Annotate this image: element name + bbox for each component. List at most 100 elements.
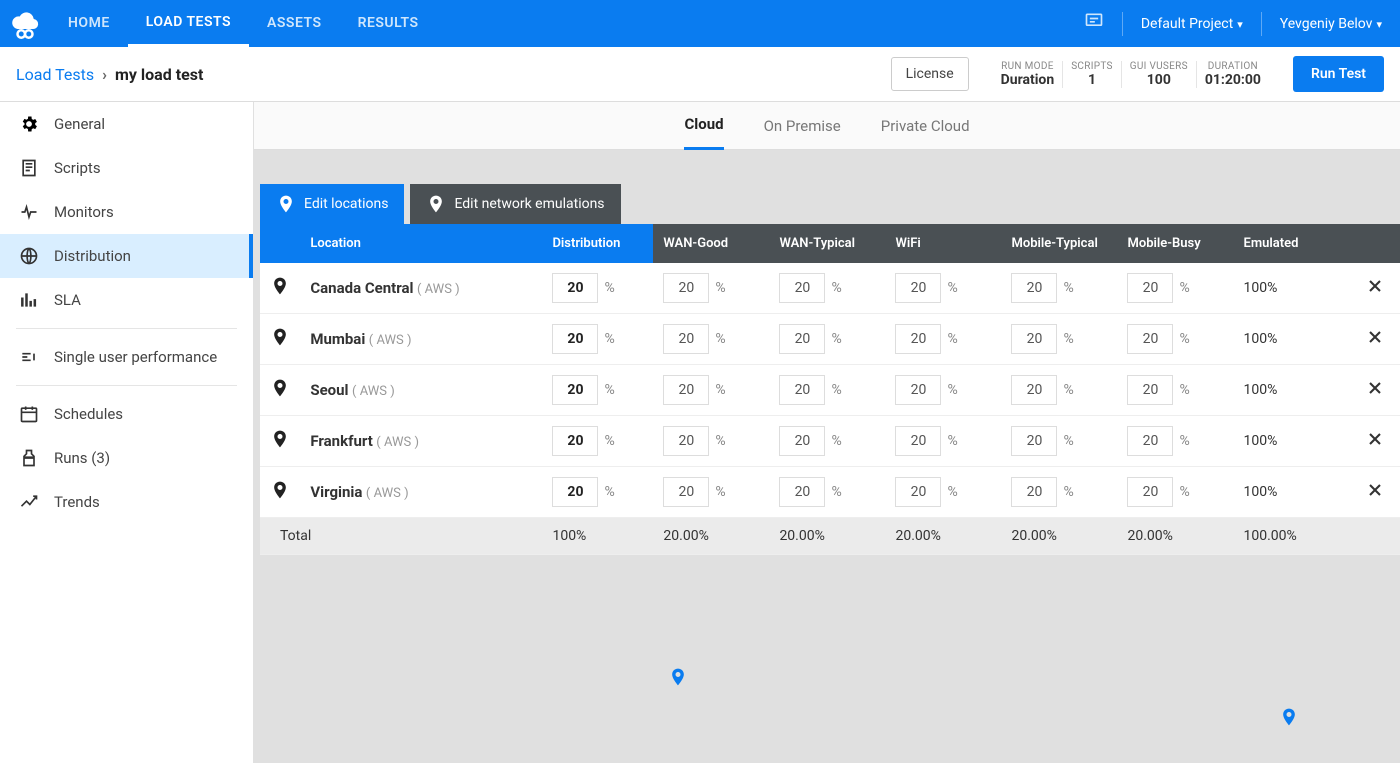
edit-locations-button[interactable]: Edit locations — [260, 184, 404, 224]
wan-good-input[interactable]: 20 — [663, 273, 709, 303]
wifi-input[interactable]: 20 — [895, 375, 941, 405]
run-test-button[interactable]: Run Test — [1293, 56, 1384, 92]
wan-good-input[interactable]: 20 — [663, 477, 709, 507]
breadcrumb-current: my load test — [115, 65, 203, 84]
wifi-input[interactable]: 20 — [895, 324, 941, 354]
remove-row-button[interactable] — [1350, 416, 1400, 467]
location-provider: ( AWS ) — [366, 486, 409, 501]
percent-label: % — [604, 433, 614, 449]
percent-label: % — [1179, 382, 1189, 398]
tab-onpremise[interactable]: On Premise — [764, 102, 841, 150]
sidebar-label: Schedules — [54, 405, 123, 423]
distribution-input[interactable]: 20 — [552, 426, 598, 456]
remove-row-button[interactable] — [1350, 467, 1400, 518]
messages-icon[interactable] — [1084, 11, 1104, 36]
pin-icon — [270, 480, 290, 500]
sidebar-item-schedules[interactable]: Schedules — [0, 392, 253, 436]
location-provider: ( AWS ) — [352, 384, 395, 399]
mobile-busy-input[interactable]: 20 — [1127, 273, 1173, 303]
breadcrumb: Load Tests › my load test — [16, 65, 203, 84]
th-wan-good: WAN-Good — [653, 224, 769, 263]
distribution-input[interactable]: 20 — [552, 324, 598, 354]
emulated-value: 100% — [1234, 365, 1350, 416]
mobile-typical-input[interactable]: 20 — [1011, 426, 1057, 456]
wifi-input[interactable]: 20 — [895, 273, 941, 303]
edit-network-button[interactable]: Edit network emulations — [410, 184, 620, 224]
percent-label: % — [1179, 433, 1189, 449]
sidebar-item-general[interactable]: General — [0, 102, 253, 146]
trends-icon — [18, 492, 40, 512]
sidebar-item-trends[interactable]: Trends — [0, 480, 253, 524]
tab-privatecloud[interactable]: Private Cloud — [881, 102, 970, 150]
sidebar-label: Scripts — [54, 159, 101, 177]
percent-label: % — [604, 331, 614, 347]
mobile-typical-input[interactable]: 20 — [1011, 375, 1057, 405]
distribution-input[interactable]: 20 — [552, 477, 598, 507]
app-logo[interactable] — [0, 9, 50, 39]
mobile-busy-input[interactable]: 20 — [1127, 324, 1173, 354]
location-name: Canada Central — [310, 279, 413, 297]
remove-row-button[interactable] — [1350, 314, 1400, 365]
th-wan-typical: WAN-Typical — [769, 224, 885, 263]
wan-typical-input[interactable]: 20 — [779, 324, 825, 354]
mobile-typical-input[interactable]: 20 — [1011, 477, 1057, 507]
total-emulated: 100.00% — [1234, 518, 1350, 555]
emulated-value: 100% — [1234, 263, 1350, 314]
pin-icon — [270, 276, 290, 296]
mobile-busy-input[interactable]: 20 — [1127, 426, 1173, 456]
wan-typical-input[interactable]: 20 — [779, 477, 825, 507]
tab-bar: Cloud On Premise Private Cloud — [254, 102, 1400, 150]
flask-icon — [18, 448, 40, 468]
table-row: Frankfurt ( AWS )20%20%20%20%20%20%100% — [260, 416, 1400, 467]
calendar-icon — [18, 404, 40, 424]
mobile-busy-input[interactable]: 20 — [1127, 477, 1173, 507]
pin-icon — [270, 429, 290, 449]
sidebar-item-sla[interactable]: SLA — [0, 278, 253, 322]
distribution-input[interactable]: 20 — [552, 375, 598, 405]
wifi-input[interactable]: 20 — [895, 477, 941, 507]
percent-label: % — [947, 382, 957, 398]
edit-network-label: Edit network emulations — [454, 196, 604, 212]
project-dropdown[interactable]: Default Project▾ — [1141, 16, 1243, 32]
nav-results[interactable]: RESULTS — [340, 0, 437, 47]
gear-icon — [18, 114, 40, 134]
nav-loadtests[interactable]: LOAD TESTS — [128, 0, 249, 47]
wan-typical-input[interactable]: 20 — [779, 273, 825, 303]
mobile-typical-input[interactable]: 20 — [1011, 324, 1057, 354]
sidebar-label: Distribution — [54, 247, 131, 265]
mobile-typical-input[interactable]: 20 — [1011, 273, 1057, 303]
wan-good-input[interactable]: 20 — [663, 324, 709, 354]
sidebar-item-distribution[interactable]: Distribution — [0, 234, 253, 278]
table-total-row: Total100%20.00%20.00%20.00%20.00%20.00%1… — [260, 518, 1400, 555]
mobile-busy-input[interactable]: 20 — [1127, 375, 1173, 405]
license-button[interactable]: License — [891, 57, 969, 91]
nav-home[interactable]: HOME — [50, 0, 128, 47]
sidebar-item-single-user[interactable]: Single user performance — [0, 335, 253, 379]
wan-good-input[interactable]: 20 — [663, 426, 709, 456]
remove-row-button[interactable] — [1350, 263, 1400, 314]
location-provider: ( AWS ) — [417, 282, 460, 297]
main-content: Cloud On Premise Private Cloud Edit loca… — [254, 102, 1400, 763]
percent-label: % — [604, 382, 614, 398]
wan-typical-input[interactable]: 20 — [779, 426, 825, 456]
percent-label: % — [831, 484, 841, 500]
emulated-value: 100% — [1234, 314, 1350, 365]
wifi-input[interactable]: 20 — [895, 426, 941, 456]
percent-label: % — [715, 484, 725, 500]
user-dropdown[interactable]: Yevgeniy Belov▾ — [1280, 16, 1382, 32]
sidebar-item-runs[interactable]: Runs (3) — [0, 436, 253, 480]
percent-label: % — [1063, 280, 1073, 296]
distribution-input[interactable]: 20 — [552, 273, 598, 303]
wan-good-input[interactable]: 20 — [663, 375, 709, 405]
list-icon — [18, 347, 40, 367]
nav-assets[interactable]: ASSETS — [249, 0, 340, 47]
tab-cloud[interactable]: Cloud — [684, 102, 723, 150]
remove-row-button[interactable] — [1350, 365, 1400, 416]
map-pin-icon — [668, 667, 688, 693]
wan-typical-input[interactable]: 20 — [779, 375, 825, 405]
th-mobile-busy: Mobile-Busy — [1117, 224, 1233, 263]
emulated-value: 100% — [1234, 467, 1350, 518]
sidebar-item-monitors[interactable]: Monitors — [0, 190, 253, 234]
breadcrumb-root[interactable]: Load Tests — [16, 65, 94, 84]
sidebar-item-scripts[interactable]: Scripts — [0, 146, 253, 190]
